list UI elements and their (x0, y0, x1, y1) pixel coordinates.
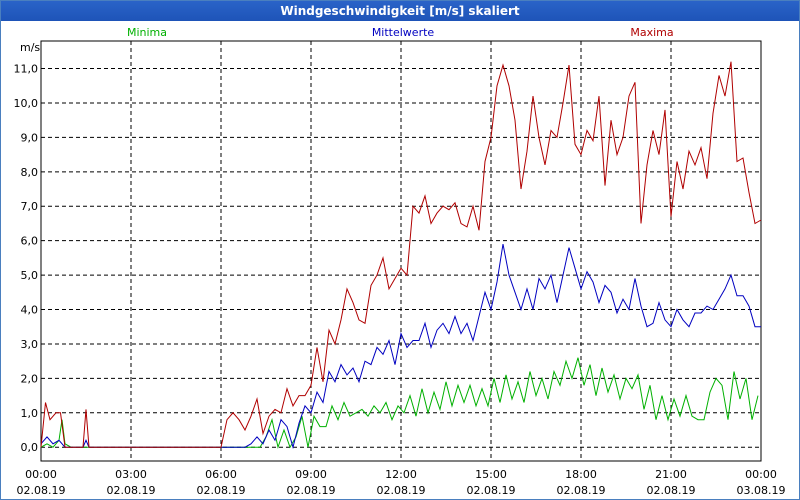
x-tick-date: 02.08.19 (377, 484, 426, 497)
y-tick-label: 0,0 (21, 441, 39, 454)
x-tick-time: 21:00 (655, 468, 687, 481)
y-axis-label: m/s (20, 41, 40, 54)
y-tick-label: 8,0 (21, 166, 39, 179)
x-tick-time: 03:00 (115, 468, 147, 481)
x-tick-time: 15:00 (475, 468, 507, 481)
y-tick-label: 6,0 (21, 235, 39, 248)
y-tick-label: 3,0 (21, 338, 39, 351)
x-tick-date: 02.08.19 (647, 484, 696, 497)
y-tick-label: 5,0 (21, 269, 39, 282)
y-tick-labels: 0,0 1,0 2,0 3,0 4,0 5,0 6,0 7,0 8,0 9,0 10,0 11,0 (14, 63, 39, 455)
line-chart: 0,0 1,0 2,0 3,0 4,0 5,0 6,0 7,0 8,0 9,0 10,0 11,0 0… (14, 26, 786, 497)
x-tick-date: 02.08.19 (287, 484, 336, 497)
y-tick-label: 10,0 (14, 97, 39, 110)
x-tick-date: 02.08.19 (107, 484, 156, 497)
legend-maxima: Maxima (630, 26, 673, 39)
series-line-minima (40, 357, 759, 450)
x-tick-date: 02.08.19 (557, 484, 606, 497)
y-tick-label: 7,0 (21, 200, 39, 213)
x-tick-date: 03.08.19 (737, 484, 786, 497)
legend-minima: Minima (127, 26, 167, 39)
x-tick-time: 00:00 (745, 468, 777, 481)
y-tick-label: 4,0 (21, 304, 39, 317)
y-tick-label: 11,0 (14, 63, 39, 76)
x-tick-time: 18:00 (565, 468, 597, 481)
y-tick-label: 1,0 (21, 407, 39, 420)
chart-window: Windgeschwindigkeit [m/s] skaliert 0,0 1,… (0, 0, 800, 500)
x-tick-time: 06:00 (205, 468, 237, 481)
x-tick-date: 02.08.19 (197, 484, 246, 497)
x-tick-time: 09:00 (295, 468, 327, 481)
x-tick-date: 02.08.19 (17, 484, 66, 497)
grid-lines (41, 41, 761, 461)
x-tick-date: 02.08.19 (467, 484, 516, 497)
x-tick-time: 00:00 (25, 468, 57, 481)
y-tick-label: 2,0 (21, 372, 39, 385)
x-tick-labels: 00:00 02.08.19 03:00 02.08.19 06:00 02.08.19 0… (17, 468, 786, 497)
y-tick-label: 9,0 (21, 131, 39, 144)
x-tick-time: 12:00 (385, 468, 417, 481)
legend-mittelwerte: Mittelwerte (372, 26, 435, 39)
